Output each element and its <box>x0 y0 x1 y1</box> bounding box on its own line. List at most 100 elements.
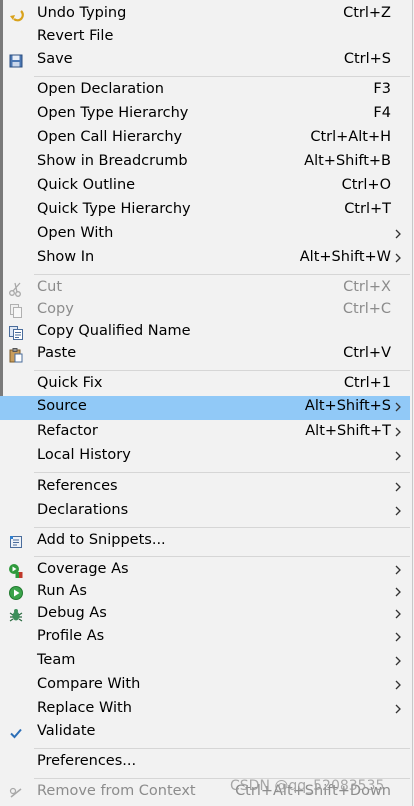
menu-item-shortcut: Ctrl+V <box>343 345 391 361</box>
menu-item-label: Source <box>37 398 87 414</box>
chevron-right-icon <box>395 704 401 714</box>
menu-item-quick-fix[interactable]: Quick Fix Ctrl+1 <box>0 373 410 397</box>
menu-item-label: Open With <box>37 225 114 241</box>
chevron-right-icon <box>395 482 401 492</box>
context-menu: Undo Typing Ctrl+Z Revert File Save Ctrl… <box>0 0 413 806</box>
menu-item-validate[interactable]: Validate <box>0 721 410 745</box>
menu-item-undo-typing[interactable]: Undo Typing Ctrl+Z <box>0 3 410 27</box>
menu-item-label: Undo Typing <box>37 5 127 21</box>
menu-item-copy[interactable]: Copy Ctrl+C <box>0 299 410 323</box>
menu-item-open-call-hierarchy[interactable]: Open Call Hierarchy Ctrl+Alt+H <box>0 127 410 151</box>
chevron-right-icon <box>395 565 401 575</box>
menu-item-declarations[interactable]: Declarations <box>0 500 410 524</box>
menu-item-shortcut: F3 <box>373 81 391 97</box>
chevron-right-icon <box>395 229 401 239</box>
bug-icon <box>9 609 23 622</box>
menu-item-cut[interactable]: Cut Ctrl+X <box>0 277 410 301</box>
menu-item-shortcut: F4 <box>373 105 391 121</box>
copy-icon <box>10 304 22 318</box>
chevron-right-icon <box>395 402 401 412</box>
menu-item-label: Remove from Context <box>37 783 196 799</box>
chevron-right-icon <box>395 609 401 619</box>
menu-item-shortcut: Alt+Shift+W <box>299 249 391 265</box>
menu-item-label: Open Declaration <box>37 81 164 97</box>
menu-item-shortcut: Alt+Shift+B <box>304 153 391 169</box>
menu-item-replace-with[interactable]: Replace With <box>0 698 410 722</box>
menu-item-profile-as[interactable]: Profile As <box>0 626 410 650</box>
menu-item-shortcut: Ctrl+X <box>343 279 391 295</box>
menu-item-quick-outline[interactable]: Quick Outline Ctrl+O <box>0 175 410 199</box>
menu-item-label: Add to Snippets... <box>37 532 166 548</box>
menu-item-shortcut: Ctrl+O <box>341 177 391 193</box>
menu-item-label: Save <box>37 51 73 67</box>
chevron-right-icon <box>395 632 401 642</box>
menu-item-compare-with[interactable]: Compare With <box>0 674 410 698</box>
menu-item-label: Open Call Hierarchy <box>37 129 183 145</box>
menu-item-label: Profile As <box>37 628 105 644</box>
menu-item-team[interactable]: Team <box>0 650 410 674</box>
menu-separator <box>34 556 410 557</box>
menu-item-debug-as[interactable]: Debug As <box>0 603 410 627</box>
menu-item-local-history[interactable]: Local History <box>0 445 410 469</box>
copy-qualified-name-icon <box>9 326 23 340</box>
chevron-right-icon <box>395 451 401 461</box>
menu-item-open-declaration[interactable]: Open Declaration F3 <box>0 79 410 103</box>
menu-item-label: Preferences... <box>37 753 137 769</box>
chevron-right-icon <box>395 253 401 263</box>
menu-item-paste[interactable]: Paste Ctrl+V <box>0 343 410 367</box>
menu-item-coverage-as[interactable]: Coverage As <box>0 559 410 583</box>
menu-item-quick-type-hierarchy[interactable]: Quick Type Hierarchy Ctrl+T <box>0 199 410 223</box>
undo-icon <box>10 10 24 22</box>
menu-item-open-with[interactable]: Open With <box>0 223 410 247</box>
watermark: CSDN @qq_52083535 <box>230 778 385 794</box>
menu-item-label: Compare With <box>37 676 141 692</box>
chevron-right-icon <box>395 656 401 666</box>
menu-item-label: Declarations <box>37 502 129 518</box>
menu-item-label: Validate <box>37 723 96 739</box>
menu-item-label: Quick Outline <box>37 177 136 193</box>
menu-item-label: Show in Breadcrumb <box>37 153 188 169</box>
chevron-right-icon <box>395 680 401 690</box>
menu-item-copy-qualified-name[interactable]: Copy Qualified Name <box>0 321 410 345</box>
menu-separator <box>34 274 410 275</box>
menu-item-open-type-hierarchy[interactable]: Open Type Hierarchy F4 <box>0 103 410 127</box>
menu-item-shortcut: Ctrl+C <box>342 301 391 317</box>
menu-item-label: Copy Qualified Name <box>37 323 191 339</box>
menu-item-add-to-snippets[interactable]: Add to Snippets... <box>0 530 410 554</box>
menu-item-shortcut: Ctrl+1 <box>343 375 391 391</box>
save-icon <box>9 54 23 68</box>
menu-item-source[interactable]: Source Alt+Shift+S <box>0 396 410 420</box>
menu-item-run-as[interactable]: Run As <box>0 581 410 605</box>
menu-item-shortcut: Ctrl+S <box>343 51 391 67</box>
menu-separator <box>34 76 410 77</box>
snippets-icon <box>10 536 22 548</box>
menu-separator <box>34 527 410 528</box>
menu-item-shortcut: Ctrl+Alt+H <box>310 129 391 145</box>
menu-item-label: Paste <box>37 345 77 361</box>
menu-item-shortcut: Ctrl+Z <box>343 5 391 21</box>
menu-item-refactor[interactable]: Refactor Alt+Shift+T <box>0 421 410 445</box>
menu-item-preferences[interactable]: Preferences... <box>0 751 410 775</box>
menu-item-shortcut: Alt+Shift+S <box>304 398 391 414</box>
run-icon <box>9 586 23 600</box>
menu-item-revert-file[interactable]: Revert File <box>0 26 410 50</box>
chevron-right-icon <box>395 506 401 516</box>
checkmark-icon <box>10 728 22 739</box>
chevron-right-icon <box>395 587 401 597</box>
coverage-icon <box>9 564 23 578</box>
menu-item-label: Run As <box>37 583 87 599</box>
menu-item-show-in-breadcrumb[interactable]: Show in Breadcrumb Alt+Shift+B <box>0 151 410 175</box>
menu-item-references[interactable]: References <box>0 476 410 500</box>
menu-separator <box>34 748 410 749</box>
menu-item-label: Copy <box>37 301 74 317</box>
menu-item-save[interactable]: Save Ctrl+S <box>0 49 410 73</box>
menu-separator <box>34 472 410 473</box>
menu-item-label: Quick Fix <box>37 375 103 391</box>
menu-item-label: Replace With <box>37 700 132 716</box>
remove-from-context-icon <box>9 787 22 798</box>
menu-item-label: References <box>37 478 118 494</box>
menu-item-shortcut: Ctrl+T <box>344 201 391 217</box>
menu-item-label: Coverage As <box>37 561 129 577</box>
paste-icon <box>9 348 23 363</box>
menu-item-show-in[interactable]: Show In Alt+Shift+W <box>0 247 410 271</box>
